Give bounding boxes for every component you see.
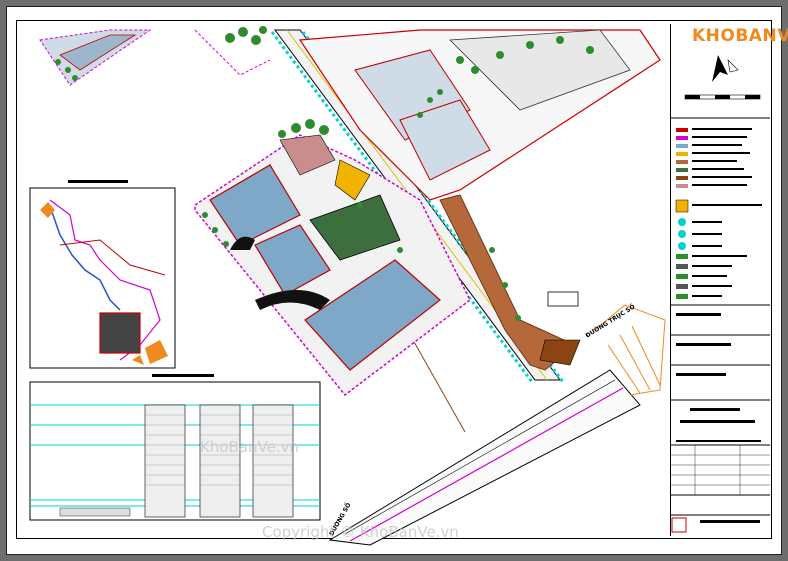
note-box (547, 291, 579, 307)
watermark-center: KhoBanVe.vn (200, 438, 299, 456)
section-line (412, 339, 466, 433)
brand-logo: KHOBANVE (692, 26, 788, 46)
south-road (328, 369, 641, 546)
tree-cluster (225, 26, 267, 45)
northwest-parcel (39, 29, 152, 86)
table-caption-bar (152, 374, 214, 377)
title-block-column (670, 24, 770, 536)
key-plan (29, 180, 176, 369)
watermark-bottom: Copyright © KhoBanVe.vn (262, 523, 459, 541)
